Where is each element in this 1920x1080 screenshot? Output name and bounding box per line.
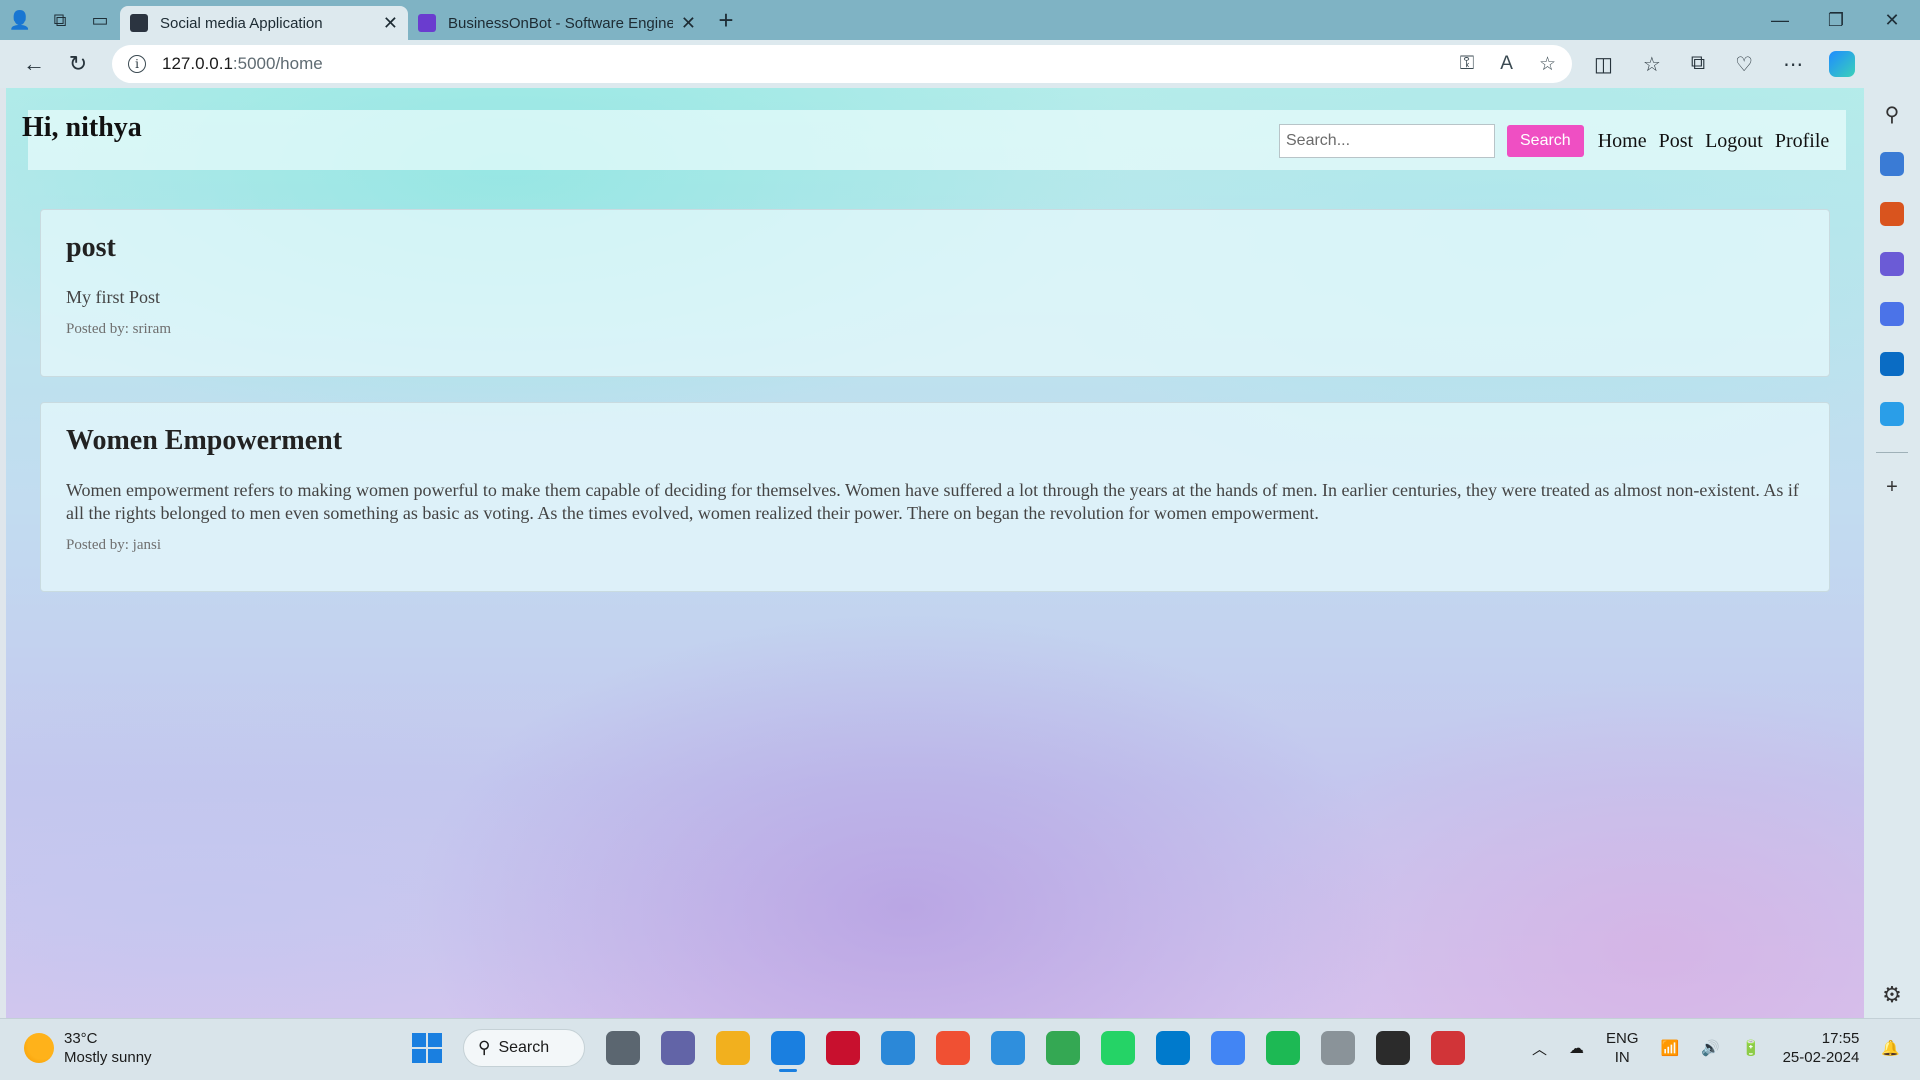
collections-icon[interactable]: ⧉ <box>1691 52 1705 77</box>
post-body: My first Post <box>66 287 161 307</box>
edge-icon[interactable] <box>771 1031 805 1072</box>
clock-time: 17:55 <box>1821 1030 1860 1047</box>
edge-sidebar: ⚲ + ⚙ <box>1864 88 1920 1018</box>
close-tab-icon[interactable]: ✕ <box>383 13 398 34</box>
spotify-icon[interactable] <box>1266 1031 1300 1065</box>
back-icon[interactable]: ← <box>12 44 56 84</box>
post-byline: Posted by: sriram <box>66 321 171 337</box>
url-host: 127.0.0.1 <box>162 54 233 73</box>
minimize-icon[interactable]: — <box>1752 10 1808 31</box>
browser-tab-strip: 👤 ⧉ ▭ Social media Application ✕ Busines… <box>0 0 1920 40</box>
vscode-icon[interactable] <box>1156 1031 1190 1065</box>
chevron-up-icon[interactable]: ︿ <box>1532 1038 1547 1059</box>
read-aloud-icon[interactable]: A <box>1500 53 1513 76</box>
post-body: Women empowerment refers to making women… <box>66 480 1799 523</box>
search-icon[interactable]: ⚲ <box>1880 102 1904 126</box>
whatsapp-icon[interactable] <box>1101 1031 1135 1065</box>
language-indicator[interactable]: ENG IN <box>1606 1029 1639 1067</box>
chrome-profile-icon[interactable] <box>1211 1031 1245 1065</box>
search-bar: Search Home Post Logout Profile <box>1279 124 1829 158</box>
vertical-tabs-icon[interactable]: ▭ <box>80 0 120 40</box>
page-viewport: Hi, nithya Search Home Post Logout Profi… <box>6 88 1864 1018</box>
window-controls: — ❐ ✕ <box>1752 10 1920 31</box>
copilot-icon[interactable] <box>1829 51 1856 77</box>
close-tab-icon[interactable]: ✕ <box>681 13 696 34</box>
search-input[interactable] <box>1279 124 1495 158</box>
post-card: Women Empowerment Women empowerment refe… <box>40 402 1830 592</box>
shopping-tag-icon[interactable] <box>1880 152 1904 176</box>
favorite-star-icon[interactable]: ☆ <box>1539 53 1556 76</box>
workspaces-icon[interactable]: ⧉ <box>40 0 80 40</box>
tab-title: Social media Application <box>160 14 323 32</box>
reload-icon[interactable]: ↻ <box>56 44 100 84</box>
taskbar-search-label: Search <box>498 1039 550 1056</box>
split-screen-icon[interactable]: ◫ <box>1594 52 1613 77</box>
clock[interactable]: 17:55 25-02-2024 <box>1783 1029 1860 1067</box>
sun-icon <box>24 1033 54 1063</box>
taskbar-search[interactable]: ⚲ Search <box>463 1029 585 1067</box>
chrome-icon[interactable] <box>1046 1031 1080 1065</box>
ms-store-icon[interactable] <box>881 1031 915 1065</box>
clock-date: 25-02-2024 <box>1782 1049 1860 1066</box>
site-info-icon[interactable]: i <box>128 55 146 73</box>
browser-toolbar: ← ↻ i 127.0.0.1:5000/home ⚿ A ☆ ◫ ☆ ⧉ ♡ … <box>0 40 1920 88</box>
post-title: post <box>66 232 116 263</box>
password-key-icon[interactable]: ⚿ <box>1460 53 1474 76</box>
search-icon: ⚲ <box>478 1038 491 1057</box>
drop-send-icon[interactable] <box>1880 402 1904 426</box>
tools-icon[interactable] <box>1880 202 1904 226</box>
microsoft-365-icon[interactable] <box>1880 302 1904 326</box>
notification-bell-icon[interactable]: 🔔 <box>1881 1039 1900 1057</box>
database-icon[interactable] <box>1321 1031 1355 1065</box>
nav-logout-link[interactable]: Logout <box>1705 130 1763 153</box>
battery-icon[interactable]: 🔋 <box>1742 1039 1761 1057</box>
new-tab-button[interactable]: + <box>706 5 746 36</box>
profile-icon[interactable]: 👤 <box>0 0 40 40</box>
windows-start-icon[interactable] <box>412 1033 442 1063</box>
file-explorer-icon[interactable] <box>716 1031 750 1065</box>
wifi-icon[interactable]: 📶 <box>1661 1039 1680 1057</box>
teams-chat-icon[interactable] <box>661 1031 695 1065</box>
outlook-icon[interactable] <box>1880 352 1904 376</box>
form-favicon-icon <box>418 14 436 32</box>
task-view-icon[interactable] <box>606 1031 640 1065</box>
snipping-tool-icon[interactable] <box>1431 1031 1465 1065</box>
main-nav: Home Post Logout Profile <box>1598 130 1830 153</box>
nav-profile-link[interactable]: Profile <box>1775 130 1829 153</box>
post-byline: Posted by: jansi <box>66 537 162 553</box>
volume-icon[interactable]: 🔊 <box>1701 1039 1720 1057</box>
media-player-icon[interactable] <box>1376 1031 1410 1065</box>
taskbar-apps: ⚲ Search <box>412 1029 1465 1072</box>
tab-social-media[interactable]: Social media Application ✕ <box>120 6 408 40</box>
browser-essentials-icon[interactable]: ♡ <box>1735 52 1753 77</box>
weather-condition: Mostly sunny <box>64 1049 152 1066</box>
greeting-heading: Hi, nithya <box>22 112 142 143</box>
address-bar[interactable]: i 127.0.0.1:5000/home ⚿ A ☆ <box>112 45 1572 83</box>
more-menu-icon[interactable]: ⋯ <box>1783 52 1803 77</box>
post-card: post My first Post Posted by: sriram <box>40 209 1830 377</box>
restore-icon[interactable]: ❐ <box>1808 10 1864 31</box>
nav-home-link[interactable]: Home <box>1598 130 1647 153</box>
favorites-icon[interactable]: ☆ <box>1643 52 1661 77</box>
help-icon[interactable] <box>991 1031 1025 1065</box>
weather-temp: 33°C <box>64 1030 98 1047</box>
nav-post-link[interactable]: Post <box>1659 130 1693 153</box>
system-tray: ︿ ☁ ENG IN 📶 🔊 🔋 17:55 25-02-2024 🔔 <box>1532 1029 1900 1067</box>
settings-gear-icon[interactable]: ⚙ <box>1882 982 1902 1008</box>
tab-title: BusinessOnBot - Software Engine <box>448 14 673 32</box>
url-path: :5000/home <box>232 54 323 73</box>
onedrive-cloud-icon[interactable]: ☁ <box>1569 1039 1584 1057</box>
tab-businessonbot[interactable]: BusinessOnBot - Software Engine ✕ <box>408 6 706 40</box>
git-icon[interactable] <box>936 1031 970 1065</box>
close-window-icon[interactable]: ✕ <box>1864 10 1920 31</box>
search-button[interactable]: Search <box>1507 125 1584 157</box>
terminal-favicon-icon <box>130 14 148 32</box>
games-icon[interactable] <box>1880 252 1904 276</box>
post-title: Women Empowerment <box>66 425 343 456</box>
windows-taskbar: 33°C Mostly sunny ⚲ Search ︿ ☁ ENG IN 📶 … <box>0 1018 1920 1080</box>
sidebar-divider <box>1876 452 1908 453</box>
weather-widget[interactable]: 33°C Mostly sunny <box>24 1029 152 1067</box>
add-icon[interactable]: + <box>1880 475 1904 499</box>
mcafee-icon[interactable] <box>826 1031 860 1065</box>
